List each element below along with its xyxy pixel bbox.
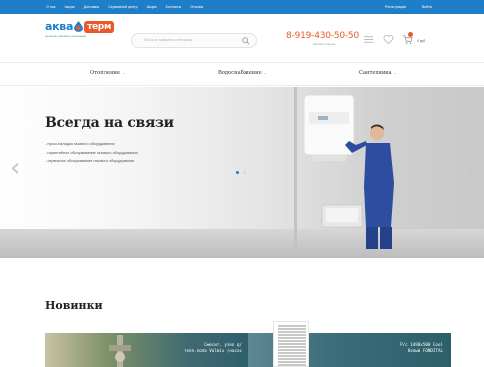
slider-dot[interactable] [236, 171, 239, 174]
slider-dots [236, 171, 246, 174]
compare-icon[interactable] [363, 34, 374, 45]
cart-count-badge [408, 32, 413, 37]
register-link[interactable]: Регистрация [385, 5, 406, 9]
logo[interactable]: аква терм интернет-магазин сантехники [45, 20, 125, 42]
product-title-line: тепл.пола Valmix (насос [184, 348, 242, 353]
hero-tech-body [364, 143, 394, 227]
product-pump [115, 352, 125, 362]
hero-bullet: - сервисное обслуживание газового оборуд… [45, 159, 134, 163]
top-bar: О нас Акции Доставка Сервисный центр Акц… [0, 0, 484, 14]
hero-boiler-display [318, 116, 328, 120]
new-products-carousel: Смесит. узел д/ тепл.пола Valmix (насос … [45, 321, 451, 367]
radiator-bar [278, 340, 306, 342]
account-links: Регистрация Войти [385, 0, 432, 14]
top-nav-link-about[interactable]: О нас [46, 5, 56, 9]
radiator-bar [278, 355, 306, 357]
category-nav: Отопление ⌄ Водоснабжение ⌄ Сантехника ⌄ [0, 62, 484, 86]
category-water-supply[interactable]: Водоснабжение ⌄ [218, 70, 267, 76]
radiator-image [273, 321, 309, 367]
radiator-bar [278, 361, 306, 363]
top-nav-link-service[interactable]: Сервисный центр [108, 5, 138, 9]
radiator-bar [278, 346, 306, 348]
hero-laptop-screen [326, 208, 358, 222]
product-title: Р/с 1490х500 Cool белый FONDITAL [400, 342, 443, 354]
category-plumbing-label: Сантехника [359, 70, 392, 76]
chevron-down-icon: ⌄ [393, 70, 397, 75]
radiator-bar [278, 349, 306, 351]
hero-tech-leg [366, 227, 378, 249]
radiator-bar [278, 328, 306, 330]
chevron-down-icon: ⌄ [263, 70, 268, 75]
product-pipe [109, 345, 131, 351]
logo-tagline: интернет-магазин сантехники [45, 34, 87, 38]
top-nav: О нас Акции Доставка Сервисный центр Акц… [46, 0, 203, 14]
hero-title: Всегда на связи [45, 115, 174, 131]
category-heating[interactable]: Отопление ⌄ [90, 70, 125, 76]
logo-text-right: терм [84, 20, 114, 33]
search-placeholder: Поиск по товарам и категориям [144, 38, 193, 42]
category-heating-label: Отопление [90, 70, 121, 76]
hero-bullet: - гарантийное обслуживание газового обор… [45, 150, 138, 155]
next-slide-arrow[interactable]: › [466, 155, 476, 181]
heart-icon[interactable] [383, 34, 394, 45]
chevron-down-icon: ⌄ [122, 70, 126, 75]
prev-slide-arrow[interactable]: ‹ [10, 155, 20, 181]
radiator-bar [278, 364, 306, 366]
callback-link[interactable]: Заказать звонок [313, 42, 335, 46]
search-input[interactable]: Поиск по товарам и категориям [131, 33, 257, 48]
hero-boiler-base [312, 155, 346, 161]
water-drop-icon [74, 21, 84, 32]
radiator-bar [278, 334, 306, 336]
phone-number[interactable]: 8-919-430-50-50 [286, 31, 359, 41]
hero-tech-leg [380, 227, 392, 249]
section-title-new: Новинки [45, 299, 103, 312]
search-icon[interactable] [242, 37, 250, 45]
hero-boiler-panel [309, 112, 349, 124]
radiator-bar [278, 331, 306, 333]
radiator-bar [278, 337, 306, 339]
product-title-line: белый FONDITAL [407, 348, 443, 353]
slider-dot[interactable] [243, 171, 246, 174]
category-water-supply-label: Водоснабжение [218, 70, 262, 76]
login-link[interactable]: Войти [422, 5, 432, 9]
hero-pipe [294, 87, 297, 258]
logo-text-left: аква [45, 20, 74, 33]
product-card[interactable]: Смесит. узел д/ тепл.пола Valmix (насос [45, 333, 248, 367]
top-nav-link-contacts[interactable]: Контакты [166, 5, 182, 9]
logo-mark: аква терм [45, 20, 114, 33]
hero-bullets: - пуско-наладка газового оборудования - … [45, 140, 195, 166]
top-nav-link-promo-2[interactable]: Акции [147, 5, 157, 9]
radiator-bar [278, 343, 306, 345]
radiator-bar [278, 325, 306, 327]
product-image [109, 335, 131, 367]
radiator-bar [278, 358, 306, 360]
product-title: Смесит. узел д/ тепл.пола Valmix (насос [184, 342, 242, 354]
hero-bullet: - пуско-наладка газового оборудования [45, 142, 115, 146]
cart-total[interactable]: 0 руб. [417, 39, 426, 43]
category-plumbing[interactable]: Сантехника ⌄ [359, 70, 397, 76]
top-nav-link-reviews[interactable]: Отзывы [190, 5, 203, 9]
top-nav-link-promo[interactable]: Акции [65, 5, 75, 9]
radiator-bar [278, 352, 306, 354]
top-nav-link-delivery[interactable]: Доставка [84, 5, 99, 9]
